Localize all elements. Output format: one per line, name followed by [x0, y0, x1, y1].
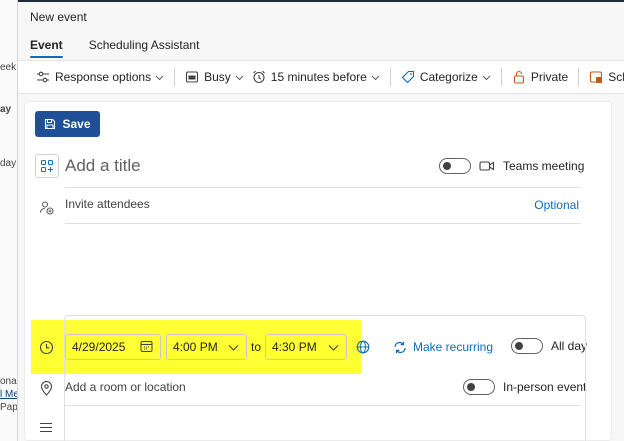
background-text: onal [0, 376, 17, 387]
text-lines-icon [35, 416, 57, 438]
background-text: l Me [0, 389, 17, 400]
teams-meeting-toggle[interactable] [439, 158, 471, 174]
toolbar: Response options Busy 15 minutes before … [18, 60, 624, 94]
response-options-button[interactable]: Response options [32, 64, 168, 90]
tab-event[interactable]: Event [30, 32, 63, 60]
teams-meeting-control: Teams meeting [439, 158, 584, 174]
chevron-down-icon [371, 75, 380, 80]
sliders-icon [37, 71, 49, 83]
video-camera-icon [479, 161, 495, 171]
lock-icon [513, 70, 524, 84]
background-text: Pap [0, 402, 17, 413]
new-event-dialog: New event Event Scheduling Assistant Res… [18, 2, 624, 441]
reminder-button[interactable]: 15 minutes before [248, 64, 384, 90]
person-add-icon [35, 196, 57, 218]
chevron-down-icon [235, 75, 244, 80]
optional-attendees-link[interactable]: Optional [534, 198, 579, 212]
show-as-busy-button[interactable]: Busy [181, 64, 248, 90]
categorize-label: Categorize [419, 70, 478, 84]
divider [65, 223, 581, 224]
toolbar-divider [500, 68, 502, 86]
background-text: ay [0, 104, 12, 115]
calendar-poll-icon [590, 71, 603, 83]
divider [65, 187, 581, 188]
location-pin-icon [35, 377, 57, 399]
tab-scheduling-assistant[interactable]: Scheduling Assistant [89, 32, 200, 60]
attendees-row: Invite attendees Optional [25, 192, 613, 224]
toolbar-divider [389, 68, 391, 86]
save-label: Save [62, 117, 91, 131]
dialog-titlebar: New event [18, 2, 624, 32]
event-description-editor[interactable] [64, 315, 586, 441]
title-row: Add a title Teams meeting [25, 150, 613, 188]
toolbar-divider [174, 68, 176, 86]
chevron-down-icon [155, 75, 164, 80]
save-button[interactable]: Save [35, 111, 100, 137]
teams-meeting-label: Teams meeting [503, 159, 585, 173]
chevron-down-icon [482, 75, 491, 80]
toolbar-divider [578, 68, 580, 86]
calendar-busy-icon [186, 71, 199, 83]
invite-attendees-input[interactable]: Invite attendees [65, 197, 150, 211]
busy-label: Busy [204, 70, 231, 84]
tag-icon [401, 70, 414, 84]
response-options-label: Response options [55, 70, 152, 84]
categorize-button[interactable]: Categorize [397, 64, 495, 90]
save-icon [45, 118, 56, 130]
alarm-clock-icon [252, 70, 265, 84]
dialog-title: New event [30, 10, 87, 24]
background-text: eek [0, 62, 17, 73]
tab-bar: Event Scheduling Assistant [18, 32, 624, 60]
title-input[interactable]: Add a title [65, 156, 141, 176]
scheduling-poll-button[interactable]: Scheduli [585, 64, 624, 90]
private-button[interactable]: Private [508, 64, 572, 90]
scheduling-label: Scheduli [608, 70, 624, 84]
reminder-label: 15 minutes before [270, 70, 367, 84]
private-label: Private [530, 70, 569, 84]
event-type-icon[interactable] [35, 154, 59, 178]
clock-icon [35, 336, 57, 358]
background-text: day [0, 158, 17, 169]
